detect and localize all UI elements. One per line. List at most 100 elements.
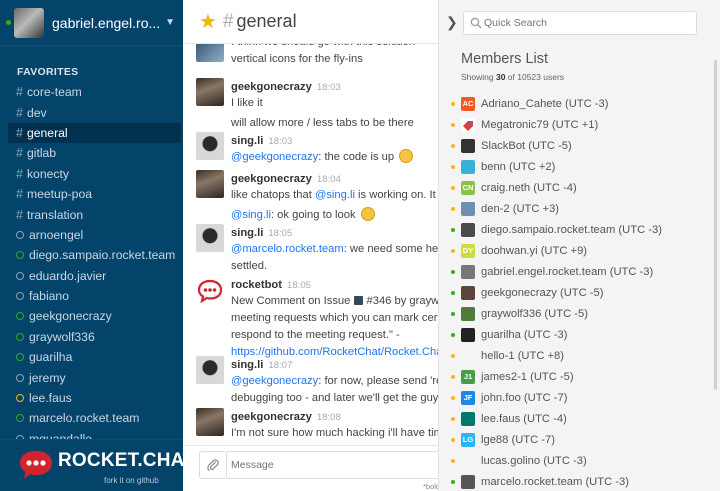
message-username[interactable]: sing.li (231, 227, 263, 239)
user-mention-link[interactable]: @geekgonecrazy (231, 375, 318, 387)
message-item: geekgonecrazy 18:03 I like it will allow mo… (196, 78, 438, 132)
sidebar-item-channel[interactable]: # gitlab (0, 143, 183, 163)
message-username[interactable]: sing.li (231, 135, 263, 147)
sidebar-item-label: lee.faus (29, 391, 72, 406)
message-input[interactable] (227, 451, 438, 479)
avatar[interactable] (196, 132, 224, 160)
sidebar-item-channel[interactable]: # core-team (0, 82, 183, 102)
member-item[interactable]: AC Adriano_Cahete (UTC -3) (451, 93, 662, 114)
sidebar-item-direct-message[interactable]: guarilha (0, 347, 183, 367)
message-text: like chatops that @sing.li is working on… (231, 187, 438, 204)
room-title: general (236, 11, 297, 31)
fork-on-github-link[interactable]: fork it on github (104, 476, 159, 485)
member-item[interactable]: marcelo.rocket.team (UTC -3) (451, 471, 662, 491)
message-timestamp: 18:03 (268, 136, 293, 147)
message-username[interactable]: rocketbot (231, 279, 282, 291)
member-item[interactable]: benn (UTC +2) (451, 156, 662, 177)
hash-icon: # (16, 166, 23, 181)
member-item[interactable]: graywolf336 (UTC -5) (451, 303, 662, 324)
avatar (461, 327, 475, 342)
avatar[interactable] (196, 224, 224, 252)
member-item[interactable]: J1 james2-1 (UTC -5) (451, 366, 662, 387)
avatar[interactable] (196, 78, 224, 106)
sidebar-item-channel[interactable]: # konecty (0, 164, 183, 184)
member-item[interactable]: Megatronic79 (UTC +1) (451, 114, 662, 135)
member-item[interactable]: guarilha (UTC -3) (451, 324, 662, 345)
avatar (461, 474, 475, 489)
status-icon (16, 353, 24, 362)
avatar (461, 138, 475, 153)
message-item: geekgonecrazy 18:08 I'm not sure how much … (196, 408, 438, 442)
message-text: @sing.li: ok going to look (231, 207, 438, 224)
sidebar-item-direct-message[interactable]: fabiano (0, 286, 183, 306)
avatar[interactable] (196, 408, 224, 436)
message-text: will allow more / less tabs to be there (231, 115, 438, 132)
message-username[interactable]: geekgonecrazy (231, 173, 312, 185)
message-fragment: : we need some help to f (343, 243, 438, 255)
user-mention-link[interactable]: @geekgonecrazy (231, 151, 318, 163)
sidebar-item-channel[interactable]: # meetup-poa (0, 184, 183, 204)
quick-search-input[interactable] (484, 15, 689, 31)
member-item[interactable]: den-2 (UTC +3) (451, 198, 662, 219)
user-mention-link[interactable]: @sing.li (231, 209, 271, 221)
star-icon[interactable]: ★ (199, 9, 217, 34)
member-name: geekgonecrazy (UTC -5) (481, 286, 604, 299)
message-username[interactable]: sing.li (231, 359, 263, 371)
member-item[interactable]: diego.sampaio.rocket.team (UTC -3) (451, 219, 662, 240)
message-username[interactable]: geekgonecrazy (231, 81, 312, 93)
avatar[interactable] (196, 356, 224, 384)
message-fragment: #346 by graywolf33 (366, 295, 439, 307)
sidebar-item-label: fabiano (29, 289, 69, 304)
sidebar-item-label: general (26, 125, 68, 140)
member-item[interactable]: CN craig.neth (UTC -4) (451, 177, 662, 198)
avatar-initials: JF (463, 393, 473, 402)
member-item[interactable]: geekgonecrazy (UTC -5) (451, 282, 662, 303)
avatar-initials: AC (462, 99, 474, 108)
member-item[interactable]: LG lge88 (UTC -7) (451, 429, 662, 450)
member-item[interactable]: hello-1 (UTC +8) (451, 345, 662, 366)
message-username[interactable]: geekgonecrazy (231, 411, 312, 423)
brand-name: ROCKET.CHAT (58, 450, 183, 471)
sidebar-item-channel[interactable]: # dev (0, 102, 183, 122)
avatar[interactable] (196, 170, 224, 198)
status-icon (451, 374, 455, 379)
chevron-down-icon[interactable]: ▼ (165, 17, 175, 28)
member-item[interactable]: JF john.foo (UTC -7) (451, 387, 662, 408)
user-mention-link[interactable]: @marcelo.rocket.team (231, 243, 344, 255)
status-icon (451, 164, 455, 169)
chevron-right-icon[interactable]: ❯ (446, 14, 458, 31)
sidebar-item-label: konecty (26, 166, 69, 181)
sidebar-item-direct-message[interactable]: graywolf336 (0, 327, 183, 347)
sidebar-item-direct-message[interactable]: eduardo.javier (0, 266, 183, 286)
status-icon (16, 251, 24, 260)
member-item[interactable]: DY doohwan.yi (UTC +9) (451, 240, 662, 261)
attach-file-button[interactable] (199, 451, 227, 479)
member-item[interactable]: lee.faus (UTC -4) (451, 408, 662, 429)
member-name: john.foo (UTC -7) (481, 391, 568, 404)
member-item[interactable]: SlackBot (UTC -5) (451, 135, 662, 156)
message-item: sing.li 18:03 @geekgonecrazy: the code is … (196, 132, 438, 166)
avatar[interactable] (196, 44, 224, 62)
status-icon (451, 248, 455, 253)
sidebar-item-direct-message[interactable]: geekgonecrazy (0, 306, 183, 326)
account-name[interactable]: gabriel.engel.ro... (52, 15, 165, 31)
message-item: sing.li 18:05 @marcelo.rocket.team: we nee… (196, 224, 438, 275)
room-header: ★ # general (183, 0, 438, 44)
avatar (461, 454, 475, 468)
message-fragment: settled. (231, 260, 268, 272)
quick-search-box[interactable] (463, 11, 697, 35)
sidebar-item-direct-message[interactable]: lee.faus (0, 388, 183, 408)
user-mention-link[interactable]: @sing.li (315, 189, 355, 201)
sidebar-item-direct-message[interactable]: diego.sampaio.rocket.team (0, 245, 183, 265)
members-scrollbar[interactable] (714, 60, 717, 390)
member-item[interactable]: gabriel.engel.rocket.team (UTC -3) (451, 261, 662, 282)
member-item[interactable]: lucas.golino (UTC -3) (451, 450, 662, 471)
sidebar-item-direct-message[interactable]: jeremy (0, 367, 183, 387)
avatar[interactable] (196, 276, 224, 304)
sidebar-item-direct-message[interactable]: marcelo.rocket.team (0, 408, 183, 428)
hash-icon: # (16, 187, 23, 202)
account-box[interactable]: gabriel.engel.ro... ▼ (0, 0, 183, 46)
sidebar-item-channel[interactable]: # translation (0, 204, 183, 224)
sidebar-item-channel[interactable]: # general (8, 122, 181, 144)
sidebar-item-direct-message[interactable]: arnoengel (0, 225, 183, 245)
